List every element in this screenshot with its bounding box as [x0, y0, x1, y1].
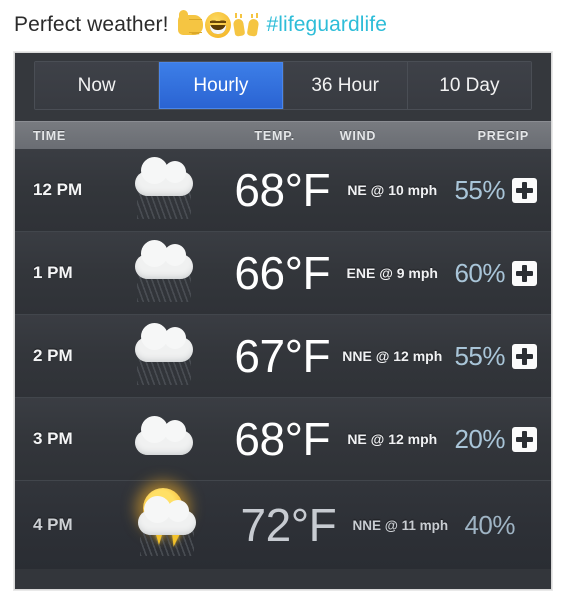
tab-group: Now Hourly 36 Hour 10 Day	[34, 61, 532, 110]
table-row[interactable]: 3 PM 68°F NE @ 12 mph 20%	[15, 398, 551, 481]
row-temperature: 68°F	[234, 164, 331, 216]
tab-10-day[interactable]: 10 Day	[407, 62, 531, 109]
sun-thunderstorm-icon	[118, 484, 218, 567]
rain-cloud-icon	[115, 149, 215, 232]
row-time: 4 PM	[33, 515, 73, 534]
row-precip-cell: 20%	[454, 424, 551, 455]
tab-hourly[interactable]: Hourly	[159, 62, 284, 109]
row-time: 2 PM	[33, 346, 73, 365]
expand-row-plus-icon[interactable]	[512, 177, 537, 203]
row-precip: 55%	[454, 340, 505, 371]
row-precip: 60%	[454, 257, 505, 288]
row-precip-cell: 60%	[454, 258, 551, 289]
row-time: 1 PM	[33, 263, 73, 282]
row-precip: 55%	[454, 174, 505, 205]
row-temperature: 72°F	[240, 499, 337, 551]
column-header-time: TIME	[33, 128, 67, 143]
row-temperature: 66°F	[234, 247, 331, 299]
row-time: 3 PM	[33, 429, 73, 448]
expand-row-plus-icon[interactable]	[512, 260, 537, 286]
column-header-row: TIME TEMP. WIND PRECIP	[15, 121, 551, 149]
column-header-wind: WIND	[339, 128, 377, 143]
emoji-group	[177, 10, 260, 38]
caption-line: Perfect weather! #lifeguardlife	[0, 0, 566, 50]
hashtag-link[interactable]: #lifeguardlife	[267, 13, 387, 37]
rain-cloud-icon	[115, 232, 215, 315]
row-time: 12 PM	[33, 180, 83, 199]
caption-text: Perfect weather!	[14, 13, 169, 36]
rain-cloud-icon	[115, 315, 215, 398]
weather-widget: Now Hourly 36 Hour 10 Day TIME TEMP. WIN…	[14, 52, 552, 590]
expand-row-plus-icon[interactable]	[512, 426, 537, 452]
row-precip: 20%	[454, 423, 505, 454]
view-tab-bar: Now Hourly 36 Hour 10 Day	[15, 53, 551, 121]
row-wind: NE @ 12 mph	[347, 431, 438, 447]
row-temperature: 67°F	[234, 330, 331, 382]
row-temperature: 68°F	[234, 413, 331, 465]
row-wind: NE @ 10 mph	[347, 182, 438, 198]
table-row[interactable]: 2 PM 67°F NNE @ 12 mph 55%	[15, 315, 551, 398]
grinning-face-icon	[204, 12, 231, 38]
column-header-temp: TEMP.	[254, 128, 295, 143]
raised-hands-sparkle-icon	[232, 13, 260, 21]
row-precip-cell: 55%	[454, 175, 551, 206]
row-precip: 40%	[464, 509, 515, 540]
table-row[interactable]: 1 PM 66°F ENE @ 9 mph 60%	[15, 232, 551, 315]
row-wind: NNE @ 12 mph	[342, 348, 443, 364]
hourly-forecast-list: 12 PM 68°F NE @ 10 mph 55% 1 PM 66°F ENE…	[15, 149, 551, 569]
row-precip-cell: 40%	[464, 510, 551, 541]
row-wind: NNE @ 11 mph	[352, 517, 449, 533]
tab-36-hour[interactable]: 36 Hour	[283, 62, 408, 109]
raised-hands-icon	[232, 13, 260, 37]
table-row[interactable]: 12 PM 68°F NE @ 10 mph 55%	[15, 149, 551, 232]
row-precip-cell: 55%	[454, 341, 551, 372]
expand-row-plus-icon[interactable]	[512, 343, 537, 369]
table-row[interactable]: 4 PM 72°F NNE @ 11 mph 40%	[15, 481, 551, 569]
cloudy-icon	[115, 398, 215, 481]
column-header-precip: PRECIP	[477, 128, 529, 143]
thumbs-up-icon	[177, 10, 203, 35]
tab-now[interactable]: Now	[35, 62, 160, 109]
row-wind: ENE @ 9 mph	[346, 265, 438, 281]
